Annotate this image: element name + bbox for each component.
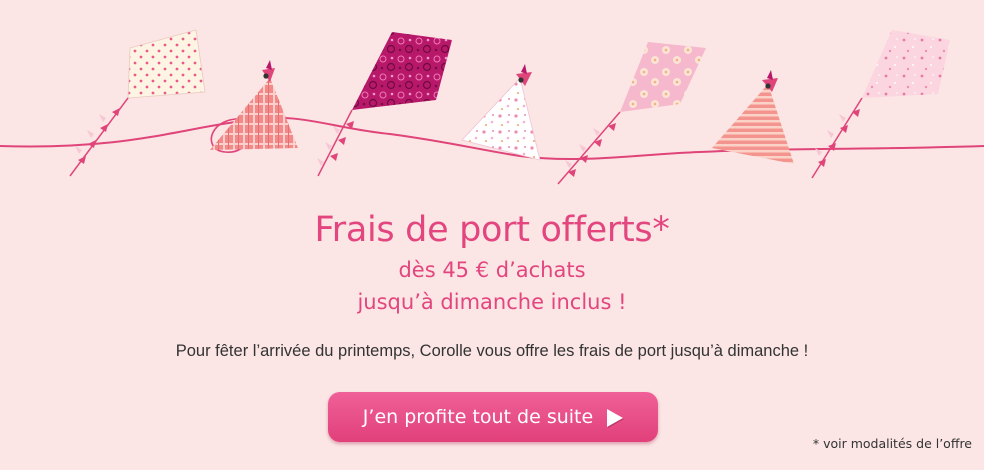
offer-title: Frais de port offerts*	[314, 210, 670, 250]
cta-button[interactable]: J’en profite tout de suite	[328, 392, 658, 442]
terms-footnote-link[interactable]: * voir modalités de l’offre	[813, 436, 972, 451]
kite-magenta-floral	[317, 32, 452, 177]
kite-pink-flowers	[557, 42, 706, 185]
kite-pink-stars	[811, 30, 950, 179]
bird-plaid	[210, 60, 298, 150]
offer-description: Pour fêter l’arrivée du printemps, Corol…	[175, 342, 809, 360]
bird-stripes	[712, 70, 794, 164]
kite-garland-illustration	[0, 29, 984, 185]
offer-threshold: dès 45 € d’achats	[398, 258, 586, 282]
kite-cream-hearts	[69, 29, 206, 177]
cta-label: J’en profite tout de suite	[362, 406, 594, 428]
offer-deadline: jusqu’à dimanche inclus !	[357, 290, 627, 314]
arrow-right-icon	[607, 408, 624, 427]
bird-white-floral	[461, 64, 541, 161]
